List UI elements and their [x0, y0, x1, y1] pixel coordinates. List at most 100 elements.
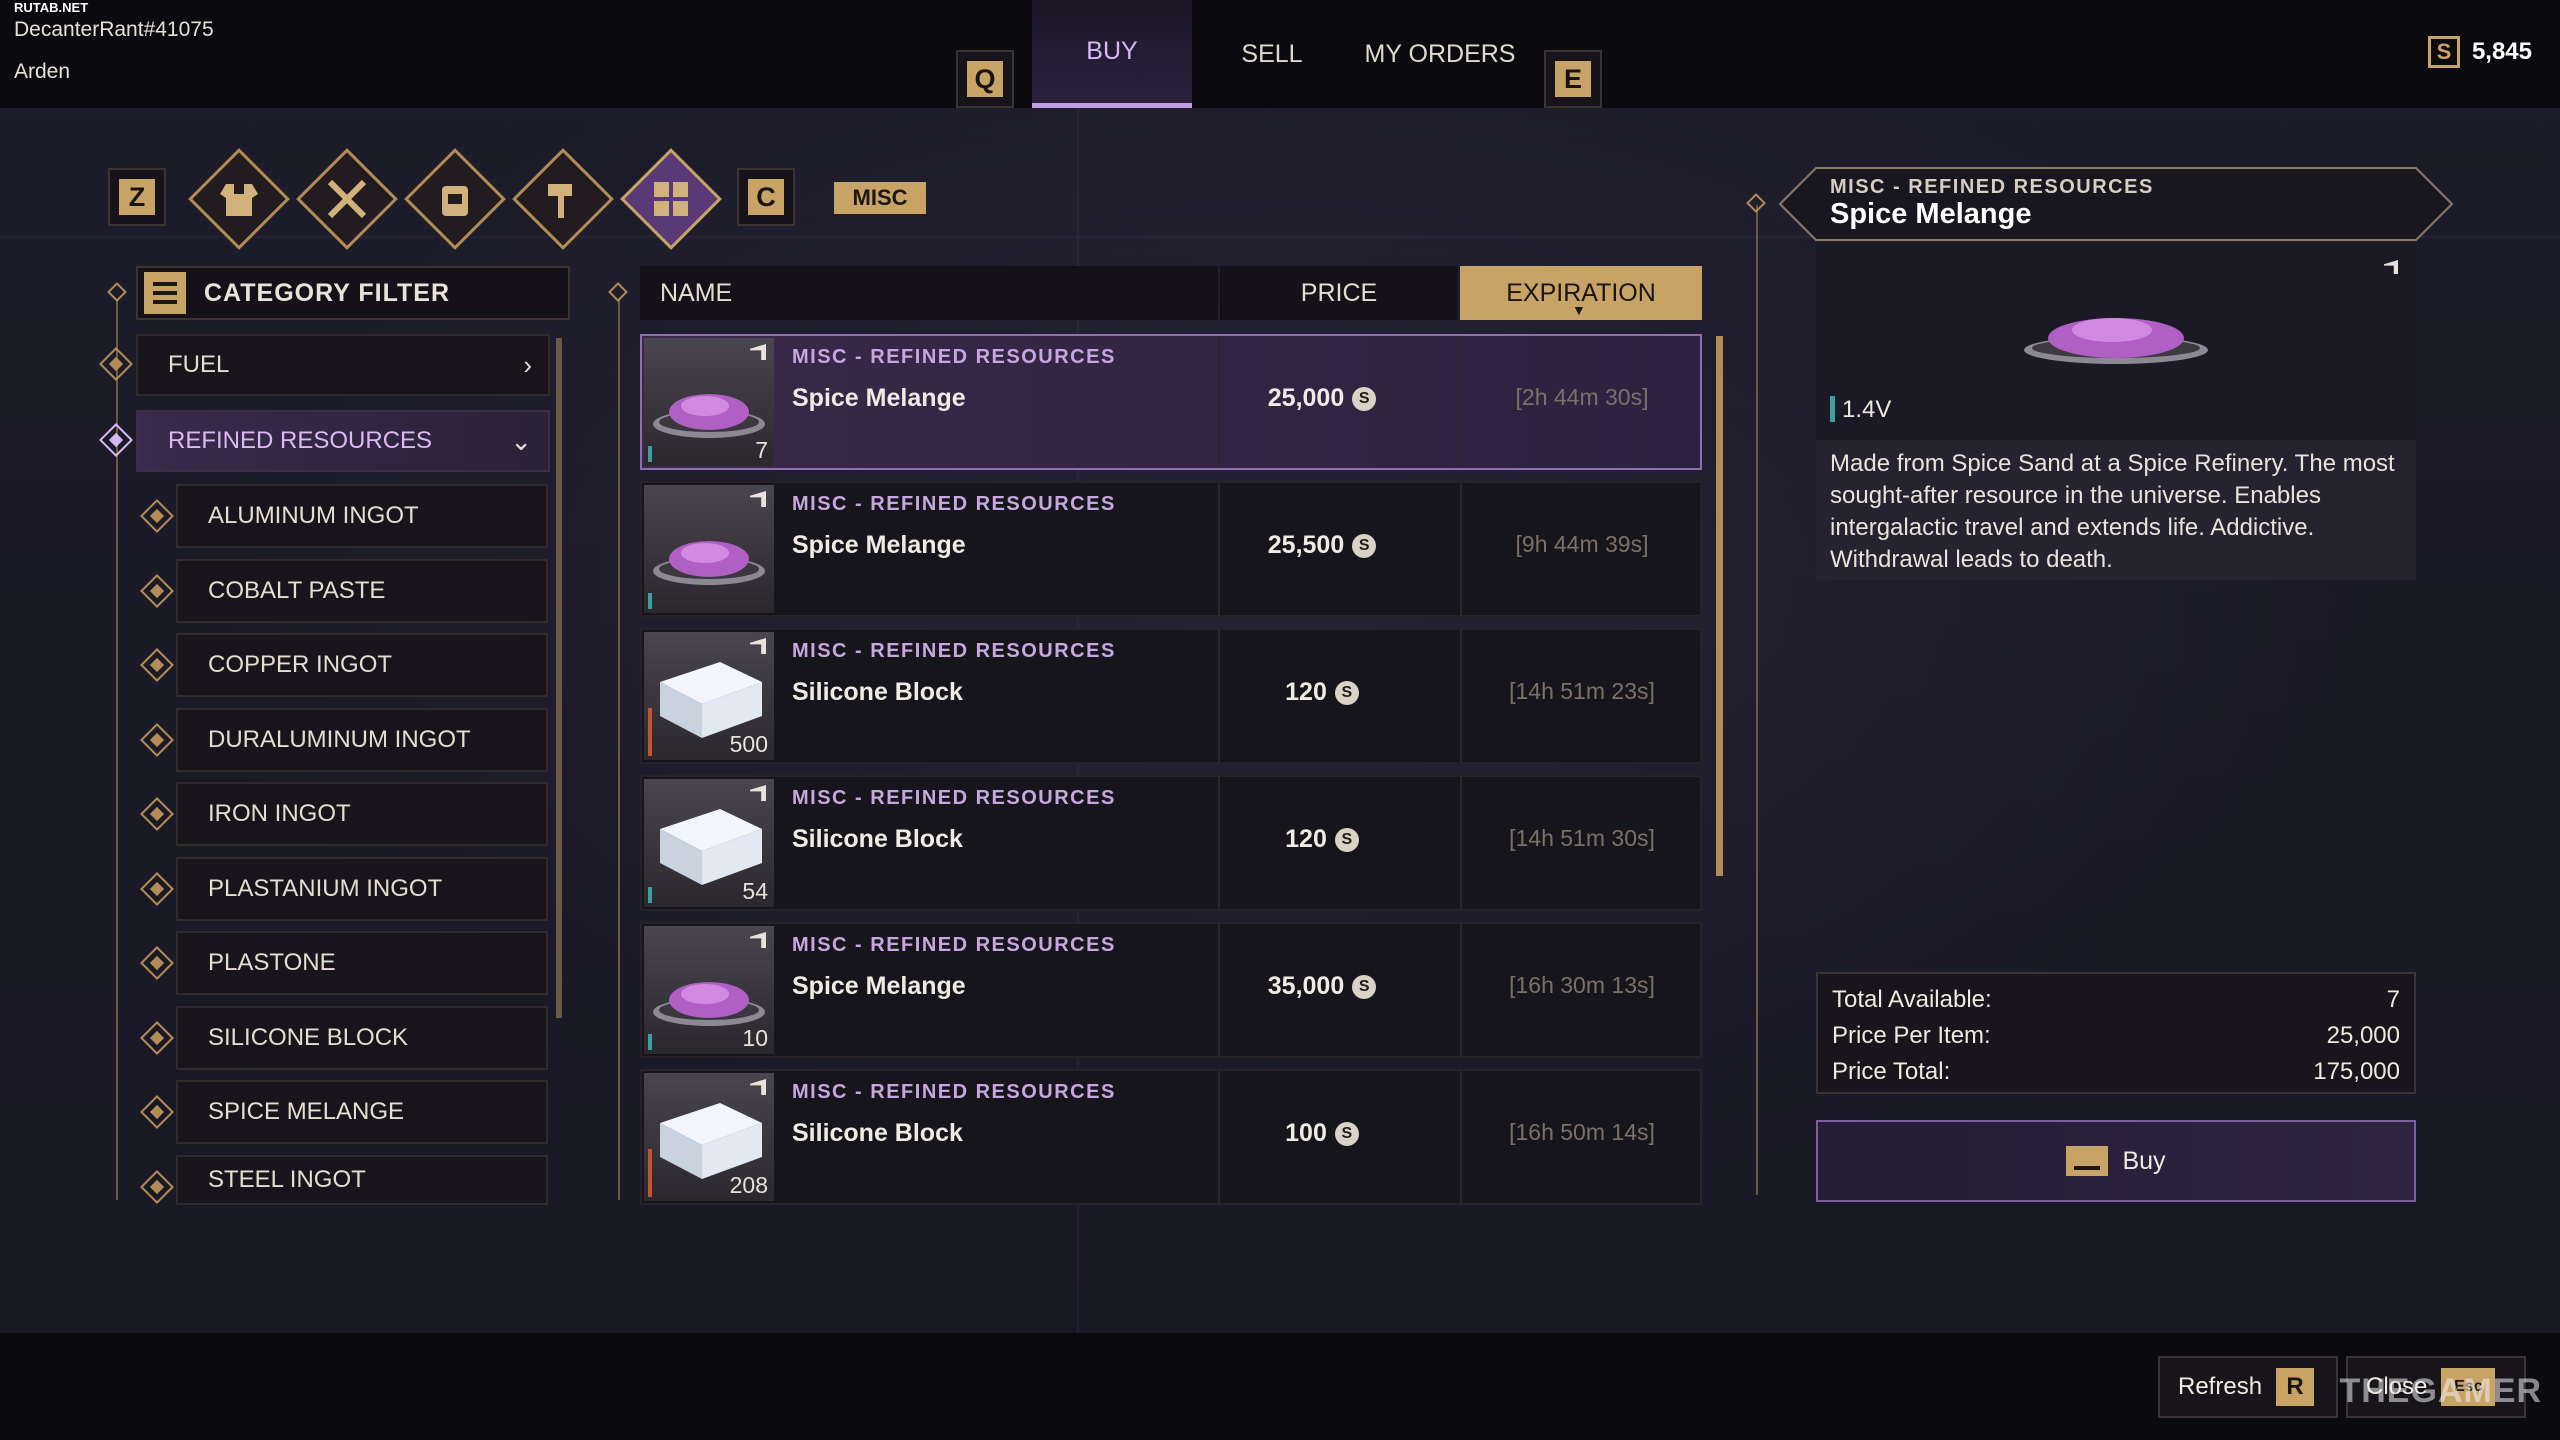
- filter-item[interactable]: COBALT PASTE: [176, 558, 548, 623]
- listing-row[interactable]: 10 MISC - REFINED RESOURCES Spice Melange 3…: [640, 922, 1702, 1058]
- filter-anchor: [107, 282, 127, 302]
- filter-item[interactable]: IRON INGOT: [176, 782, 548, 846]
- filter-item[interactable]: SPICE MELANGE: [176, 1080, 548, 1144]
- column-expiration[interactable]: EXPIRATION ▼: [1460, 266, 1702, 320]
- filter-fuel[interactable]: FUEL ›: [136, 334, 550, 396]
- column-price[interactable]: PRICE: [1220, 266, 1458, 320]
- row-expiration: [14h 51m 30s]: [1509, 825, 1655, 851]
- row-divider: [1218, 336, 1220, 468]
- spice-melange-icon: [2024, 318, 2208, 364]
- row-item-name: Silicone Block: [792, 1119, 963, 1147]
- prev-tab-key[interactable]: Q: [956, 50, 1014, 108]
- filter-child-marker: [140, 871, 174, 906]
- solari-coin-icon: S: [1334, 827, 1359, 852]
- solari-coin-icon: S: [1334, 680, 1359, 705]
- watermark: THEGAMER: [2339, 1372, 2542, 1410]
- tools-icon: [548, 184, 572, 218]
- listing-row[interactable]: MISC - REFINED RESOURCES Spice Melange 25,…: [640, 481, 1702, 617]
- detail-header: MISC - REFINED RESOURCES Spice Melange: [1778, 166, 2454, 242]
- row-price: 120 S: [1222, 678, 1422, 707]
- row-price: 25,500 S: [1222, 531, 1422, 560]
- row-category: MISC - REFINED RESOURCES: [792, 787, 1116, 809]
- item-quantity: 7: [755, 437, 768, 463]
- price-per-item-label: Price Per Item:: [1832, 1022, 1991, 1049]
- refresh-button[interactable]: Refresh R: [2158, 1356, 2338, 1418]
- row-category: MISC - REFINED RESOURCES: [792, 1081, 1116, 1103]
- tab-my-orders[interactable]: MY ORDERS: [1352, 0, 1528, 108]
- row-expiration: [14h 51m 23s]: [1509, 678, 1655, 704]
- category-tools[interactable]: [512, 148, 614, 250]
- volume-bar: [1830, 396, 1835, 422]
- row-item-name: Spice Melange: [792, 531, 966, 559]
- filter-item[interactable]: PLASTONE: [176, 931, 548, 995]
- durability-bar: [648, 446, 652, 462]
- category-filter-header[interactable]: CATEGORY FILTER: [136, 266, 570, 320]
- category-armor[interactable]: [188, 148, 290, 250]
- price-total-value: 175,000: [2313, 1058, 2400, 1085]
- filter-item[interactable]: SILICONE BLOCK: [176, 1005, 548, 1070]
- durability-bar: [648, 1149, 652, 1197]
- filter-refined-resources[interactable]: REFINED RESOURCES ⌄: [136, 410, 550, 472]
- detail-guide-line: [1756, 205, 1758, 1195]
- next-tab-key[interactable]: E: [1544, 50, 1602, 108]
- row-price: 25,000 S: [1222, 384, 1422, 413]
- category-gear[interactable]: [404, 148, 506, 250]
- listing-row[interactable]: 54 MISC - REFINED RESOURCES Silicone Block…: [640, 775, 1702, 911]
- filter-child-marker: [140, 499, 174, 533]
- filter-child-marker: [140, 722, 174, 757]
- next-category-key[interactable]: C: [737, 168, 795, 226]
- category-misc[interactable]: [620, 148, 722, 250]
- category-weapons[interactable]: [296, 148, 398, 250]
- filter-child-marker: [140, 946, 174, 980]
- refresh-key: R: [2276, 1368, 2315, 1406]
- filter-scrollbar[interactable]: [556, 338, 562, 1018]
- filter-item[interactable]: COPPER INGOT: [176, 633, 548, 697]
- tab-buy[interactable]: BUY: [1032, 0, 1192, 108]
- misc-grid-icon: [654, 182, 688, 216]
- listing-guide-line: [618, 300, 620, 1200]
- listing-row[interactable]: 7 MISC - REFINED RESOURCES Spice Melange 25…: [640, 334, 1702, 470]
- backpack-icon: [442, 186, 468, 216]
- row-category: MISC - REFINED RESOURCES: [792, 493, 1116, 515]
- balance-value: 5,845: [2471, 38, 2532, 65]
- buy-button[interactable]: Buy: [1816, 1120, 2416, 1202]
- item-tag-icon: [750, 344, 766, 360]
- row-category: MISC - REFINED RESOURCES: [792, 934, 1116, 956]
- filter-item[interactable]: ALUMINUM INGOT: [176, 484, 548, 548]
- price-per-item-value: 25,000: [2326, 1022, 2400, 1049]
- durability-bar: [648, 887, 652, 903]
- row-divider: [1218, 777, 1220, 909]
- listing-row[interactable]: 500 MISC - REFINED RESOURCES Silicone Bloc…: [640, 628, 1702, 764]
- detail-category: MISC - REFINED RESOURCES: [1830, 176, 2154, 198]
- row-expiration: [9h 44m 39s]: [1515, 531, 1649, 557]
- filter-item[interactable]: PLASTANIUM INGOT: [176, 856, 548, 921]
- listing-scrollbar[interactable]: [1716, 336, 1723, 876]
- column-name[interactable]: NAME: [640, 266, 1218, 320]
- filter-item[interactable]: STEEL INGOT: [176, 1154, 548, 1205]
- listing-row[interactable]: 208 MISC - REFINED RESOURCES Silicone Bloc…: [640, 1069, 1702, 1205]
- row-divider: [1218, 924, 1220, 1056]
- tab-sell[interactable]: SELL: [1192, 0, 1352, 108]
- prev-category-key[interactable]: Z: [108, 168, 166, 226]
- row-expiration: [2h 44m 30s]: [1515, 384, 1649, 410]
- item-thumbnail: 54: [644, 779, 774, 907]
- filter-item[interactable]: DURALUMINUM INGOT: [176, 707, 548, 772]
- row-price: 100 S: [1222, 1119, 1422, 1148]
- row-item-name: Spice Melange: [792, 384, 966, 412]
- site-tag: RUTAB.NET: [14, 0, 89, 15]
- spice-melange-icon: [653, 394, 765, 438]
- item-tag-icon: [2384, 260, 2398, 274]
- row-expiration: [16h 30m 13s]: [1509, 972, 1655, 998]
- listing-anchor: [608, 282, 628, 302]
- username: DecanterRant#41075: [14, 18, 214, 41]
- filter-child-marker: [140, 1169, 174, 1204]
- filter-child-marker: [140, 573, 174, 608]
- durability-bar: [648, 708, 652, 756]
- purchase-summary: Total Available: 7 Price Per Item: 25,000 …: [1816, 972, 2416, 1094]
- total-available-value: 7: [2386, 986, 2400, 1013]
- menu-icon: [144, 272, 186, 314]
- detail-description: Made from Spice Sand at a Spice Refinery…: [1816, 440, 2416, 580]
- detail-volume: 1.4V: [1842, 396, 1892, 423]
- solari-coin-icon: S: [1334, 1121, 1359, 1146]
- item-tag-icon: [750, 491, 766, 507]
